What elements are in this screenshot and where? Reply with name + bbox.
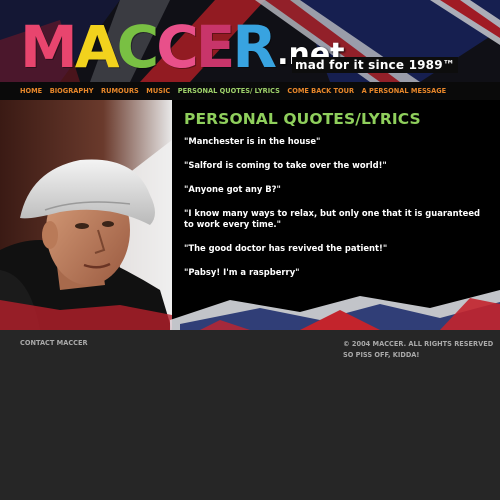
quote-item: "Manchester is in the house" [184, 136, 321, 146]
logo-letter: C [156, 13, 199, 81]
footer-slogan: SO PISS OFF, KIDDA! [343, 351, 420, 359]
contact-link[interactable]: CONTACT MACCER [20, 339, 88, 347]
site-footer: CONTACT MACCER © 2004 MACCER. ALL RIGHTS… [0, 330, 500, 500]
footer-copyright-block: © 2004 MACCER. ALL RIGHTS RESERVED SO PI… [343, 339, 493, 361]
logo-letter: A [74, 13, 120, 81]
site-header: M A C C E R .net mad for it since 1989™ [0, 0, 500, 82]
copyright-text: © 2004 MACCER. ALL RIGHTS RESERVED [343, 340, 494, 348]
quotes-list: "Manchester is in the house" "Salford is… [184, 136, 484, 291]
logo-letter: C [116, 13, 160, 81]
logo-letter: R [232, 13, 277, 81]
union-jack-footer-image [170, 290, 500, 330]
main-content: PERSONAL QUOTES/LYRICS "Manchester is in… [0, 100, 500, 330]
nav-item-rumours[interactable]: RUMOURS [101, 87, 139, 95]
nav-item-music[interactable]: MUSIC [146, 87, 170, 95]
logo-letter: E [195, 13, 236, 81]
nav-item-biography[interactable]: BIOGRAPHY [50, 87, 94, 95]
quote-item: "The good doctor has revived the patient… [184, 243, 388, 253]
quote-item: "I know many ways to relax, but only one… [184, 208, 481, 229]
quote-item: "Pabsy! I'm a raspberry" [184, 267, 300, 277]
site-tagline: mad for it since 1989™ [292, 57, 458, 73]
nav-item-personal-quotes[interactable]: PERSONAL QUOTES/ LYRICS [178, 87, 280, 95]
quote-item: "Salford is coming to take over the worl… [184, 160, 387, 170]
page-title: PERSONAL QUOTES/LYRICS [184, 110, 421, 128]
nav-item-home[interactable]: HOME [20, 87, 42, 95]
nav-item-come-back-tour[interactable]: COME BACK TOUR [287, 87, 354, 95]
logo-letter: M [20, 13, 78, 81]
nav-item-personal-message[interactable]: A PERSONAL MESSAGE [362, 87, 447, 95]
quote-item: "Anyone got any B?" [184, 184, 281, 194]
main-nav: HOME BIOGRAPHY RUMOURS MUSIC PERSONAL QU… [0, 82, 500, 100]
